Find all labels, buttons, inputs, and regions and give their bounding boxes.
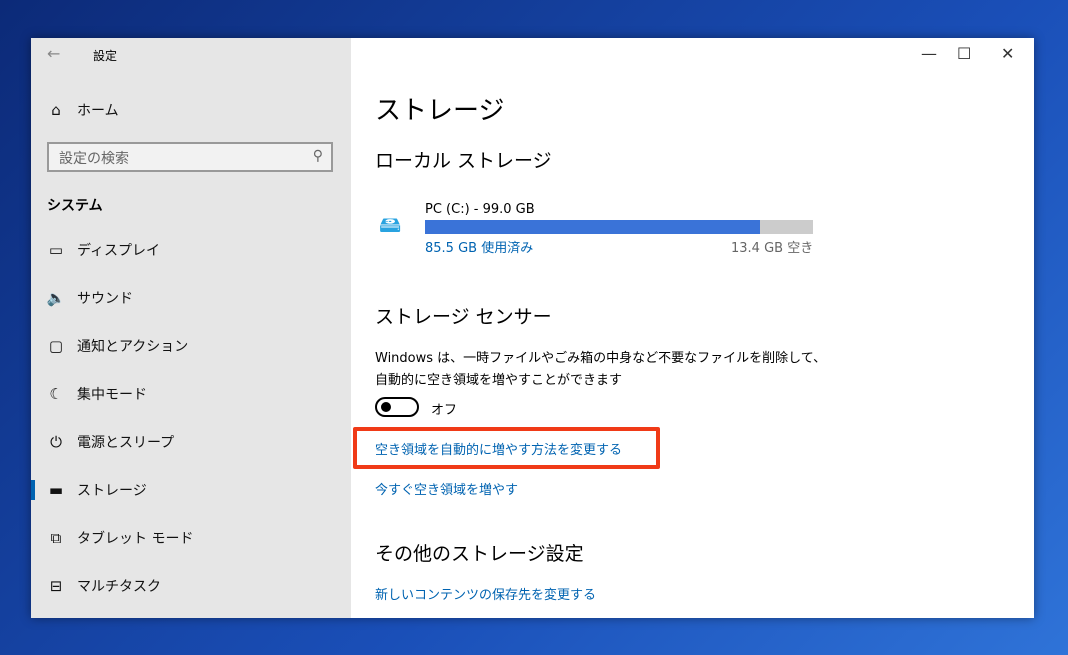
sidebar-item-power[interactable]: ⏻ 電源とスリープ xyxy=(31,420,351,464)
minimize-button[interactable]: — xyxy=(921,44,937,63)
sidebar-item-label: ホーム xyxy=(77,103,119,119)
search-input[interactable]: 設定の検索 ⚲ xyxy=(47,142,333,172)
sidebar-item-label: タブレット モード xyxy=(77,531,194,547)
toggle-label: オフ xyxy=(431,403,458,418)
close-button[interactable]: ✕ xyxy=(1001,44,1014,63)
storage-sense-heading: ストレージ センサー xyxy=(375,306,552,328)
sidebar-item-label: マルチタスク xyxy=(77,579,161,595)
storage-sense-desc-2: 自動的に空き領域を増やすことができます xyxy=(375,373,623,388)
storage-icon: ▬ xyxy=(48,481,64,499)
change-auto-free-link[interactable]: 空き領域を自動的に増やす方法を変更する xyxy=(375,439,622,458)
change-save-location-link[interactable]: 新しいコンテンツの保存先を変更する xyxy=(375,584,596,603)
window-title: 設定 xyxy=(93,49,118,63)
drive-usage-fill xyxy=(425,220,761,234)
search-icon: ⚲ xyxy=(312,148,323,164)
sidebar-item-tablet[interactable]: ⧉ タブレット モード xyxy=(31,516,351,560)
sidebar-item-notifications[interactable]: ▢ 通知とアクション xyxy=(31,324,351,368)
multitask-icon: ⊟ xyxy=(49,577,63,595)
tablet-icon: ⧉ xyxy=(50,529,62,547)
sidebar-item-storage[interactable]: ▬ ストレージ xyxy=(31,468,351,512)
search-placeholder: 設定の検索 xyxy=(59,151,129,167)
sidebar-item-label: 通知とアクション xyxy=(77,339,189,355)
sidebar-item-focus[interactable]: ☾ 集中モード xyxy=(31,372,351,416)
sidebar-item-label: ディスプレイ xyxy=(77,243,161,259)
moon-icon: ☾ xyxy=(49,385,63,403)
other-storage-heading: その他のストレージ設定 xyxy=(375,543,584,565)
drive-name[interactable]: PC (C:) - 99.0 GB xyxy=(425,202,535,217)
storage-sense-toggle[interactable] xyxy=(375,397,419,417)
free-space-now-link[interactable]: 今すぐ空き領域を増やす xyxy=(375,479,518,498)
drive-free: 13.4 GB 空き xyxy=(731,241,814,256)
sidebar-item-multitask[interactable]: ⊟ マルチタスク xyxy=(31,564,351,608)
speaker-icon: 🔈 xyxy=(46,289,66,307)
power-icon: ⏻ xyxy=(50,433,62,451)
sidebar-item-label: サウンド xyxy=(77,291,133,307)
settings-window: ← 設定 ⌂ ホーム 設定の検索 ⚲ システム ▭ ディスプレイ 🔈 サウンド ▢ 通知と… xyxy=(31,38,1034,618)
sidebar-item-label: ストレージ xyxy=(77,483,147,499)
drive-icon: 🖴 xyxy=(379,213,402,238)
sidebar: ← 設定 ⌂ ホーム 設定の検索 ⚲ システム ▭ ディスプレイ 🔈 サウンド ▢ 通知と… xyxy=(31,38,351,618)
back-button[interactable]: ← xyxy=(47,44,60,63)
sidebar-item-label: 電源とスリープ xyxy=(77,435,175,451)
drive-usage-bar xyxy=(425,220,813,234)
notification-icon: ▢ xyxy=(48,337,64,355)
section-heading: システム xyxy=(47,198,103,214)
sidebar-item-home[interactable]: ⌂ ホーム xyxy=(31,88,351,132)
storage-sense-desc: Windows は、一時ファイルやごみ箱の中身など不要なファイルを削除して、 xyxy=(375,351,827,366)
main-content: — ☐ ✕ ストレージ ローカル ストレージ 🖴 PC (C:) - 99.0 … xyxy=(351,38,1034,618)
page-title: ストレージ xyxy=(375,96,505,126)
maximize-button[interactable]: ☐ xyxy=(957,44,971,63)
local-storage-heading: ローカル ストレージ xyxy=(375,150,552,172)
home-icon: ⌂ xyxy=(51,101,61,119)
sidebar-item-label: 集中モード xyxy=(77,387,147,403)
monitor-icon: ▭ xyxy=(48,241,64,259)
sidebar-item-display[interactable]: ▭ ディスプレイ xyxy=(31,228,351,272)
sidebar-item-sound[interactable]: 🔈 サウンド xyxy=(31,276,351,320)
drive-used: 85.5 GB 使用済み xyxy=(425,241,534,256)
